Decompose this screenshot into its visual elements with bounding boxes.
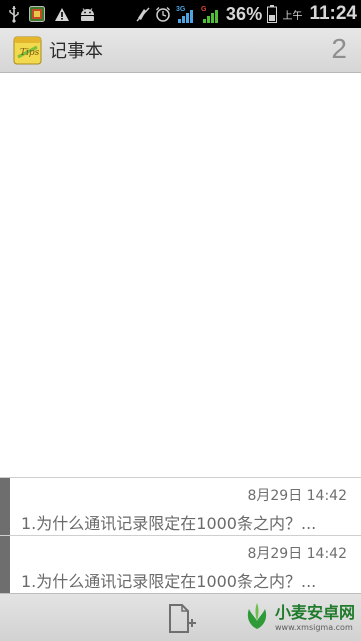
app-notification-icon <box>29 6 45 22</box>
empty-content-area <box>0 73 361 477</box>
mute-icon <box>136 6 150 23</box>
svg-text:3G: 3G <box>176 6 186 13</box>
status-right-icons: 3G G 36% 上午 11:24 <box>136 0 357 28</box>
clock-time: 11:24 <box>309 3 357 24</box>
alarm-icon <box>155 6 171 22</box>
watermark-title: 小麦安卓网 <box>274 602 355 622</box>
time-ampm: 上午 <box>282 10 303 22</box>
svg-text:G: G <box>201 6 207 13</box>
signal-3g-icon: 3G <box>176 4 196 24</box>
battery-icon <box>267 5 278 23</box>
status-bar: 3G G 36% 上午 11:24 <box>0 0 361 28</box>
signal-g-icon: G <box>201 4 221 24</box>
status-left-icons <box>8 0 96 28</box>
watermark-url: www.xmsigma.com <box>274 622 353 632</box>
note-accent-bar <box>0 478 10 535</box>
note-date: 8月29日 14:42 <box>247 546 347 562</box>
note-list-item[interactable]: 8月29日 14:42 1.为什么通讯记录限定在1000条之内？... <box>0 535 361 593</box>
note-list-item[interactable]: 8月29日 14:42 1.为什么通讯记录限定在1000条之内？... <box>0 477 361 535</box>
title-bar: Tips 记事本 2 <box>0 28 361 73</box>
note-preview-text: 1.为什么通讯记录限定在1000条之内？... <box>21 572 317 591</box>
android-icon <box>79 7 96 21</box>
watermark: 小麦安卓网 www.xmsigma.com <box>243 597 355 639</box>
svg-text:Tips: Tips <box>20 48 40 58</box>
page-title: 记事本 <box>49 41 103 62</box>
bottom-bar: 小麦安卓网 www.xmsigma.com <box>0 593 361 641</box>
note-date: 8月29日 14:42 <box>247 488 347 504</box>
usb-icon <box>8 5 20 23</box>
note-preview-text: 1.为什么通讯记录限定在1000条之内？... <box>21 514 317 533</box>
note-accent-bar <box>0 536 10 593</box>
warning-icon <box>54 7 70 22</box>
battery-percentage: 36% <box>225 3 263 24</box>
note-list: 8月29日 14:42 1.为什么通讯记录限定在1000条之内？... 8月29… <box>0 477 361 593</box>
new-note-icon[interactable] <box>167 603 197 635</box>
watermark-logo-icon <box>243 601 271 635</box>
note-count: 2 <box>331 33 347 64</box>
notepad-icon[interactable]: Tips <box>13 36 42 65</box>
